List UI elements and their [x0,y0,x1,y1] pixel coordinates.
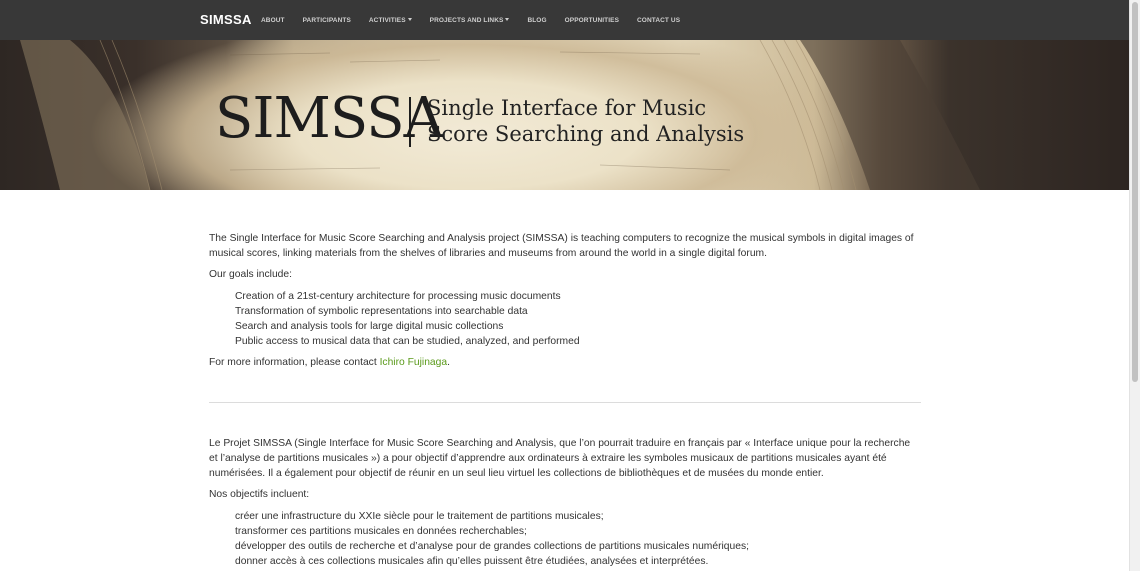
french-intro: Le Projet SIMSSA (Single Interface for M… [209,438,911,479]
nav-item-label: Activities [368,16,406,24]
hero-tagline: Single Interface for Music Score Searchi… [427,95,744,147]
caret-down-icon [407,18,412,22]
nav-item-label: Participants [302,16,351,24]
english-section: The Single Interface for Music Score Sea… [209,231,921,370]
nav-item-participants[interactable]: Participants [294,17,360,24]
french-goals-list: créer une infrastructure du XXIe siècle … [209,509,921,569]
nav-item-blog[interactable]: Blog [518,17,555,24]
nav-item-about[interactable]: About [252,17,294,24]
english-goal-item: Transformation of symbolic representatio… [235,306,528,317]
section-divider [209,402,921,403]
nav-item-projects-and-links[interactable]: Projects and Links [421,17,519,24]
french-goal-item: créer une infrastructure du XXIe siècle … [235,511,604,522]
nav-item-activities[interactable]: Activities [360,17,421,24]
caret-down-icon [505,18,510,22]
hero-logo-divider [409,97,411,147]
nav-item-label: About [261,16,285,24]
english-goal-item: Creation of a 21st-century architecture … [235,291,561,302]
hero-tagline-line1: Single Interface for Music [427,96,707,120]
french-goals-heading: Nos objectifs incluent: [209,489,310,500]
nav-menu: About Participants Activities Projects and … [252,0,689,40]
french-section: Le Projet SIMSSA (Single Interface for M… [209,436,921,569]
page-scrollbar[interactable] [1129,0,1140,571]
english-goals-heading: Our goals include: [209,269,292,280]
english-goal-item: Search and analysis tools for large digi… [235,321,504,332]
contact-line: For more information, please contact Ich… [209,355,921,370]
nav-item-contact-us[interactable]: Contact Us [628,17,689,24]
nav-item-opportunities[interactable]: Opportunities [556,17,628,24]
english-goals-list: Creation of a 21st-century architecture … [209,289,921,349]
contact-link[interactable]: Ichiro Fujinaga [380,357,448,368]
nav-item-label: Contact Us [637,16,681,24]
brand-logo-link[interactable]: SIMSSA [200,12,252,27]
scrollbar-thumb[interactable] [1132,2,1138,382]
nav-item-label: Blog [527,16,547,24]
hero-banner: SIMSSA Single Interface for Music Score … [0,40,1130,190]
french-goal-item: donner accès à ces collections musicales… [235,556,709,567]
top-navbar: SIMSSA About Participants Activities Projec… [0,0,1130,41]
contact-prefix: For more information, please contact [209,357,380,368]
french-goal-item: transformer ces partitions musicales en … [235,526,527,537]
english-goal-item: Public access to musical data that can b… [235,336,580,347]
contact-suffix: . [447,357,450,368]
english-intro: The Single Interface for Music Score Sea… [209,233,914,259]
french-goal-item: développer des outils de recherche et d’… [235,541,749,552]
hero-tagline-line2: Score Searching and Analysis [427,122,745,146]
nav-item-label: Projects and Links [429,16,504,24]
nav-item-label: Opportunities [564,16,620,24]
